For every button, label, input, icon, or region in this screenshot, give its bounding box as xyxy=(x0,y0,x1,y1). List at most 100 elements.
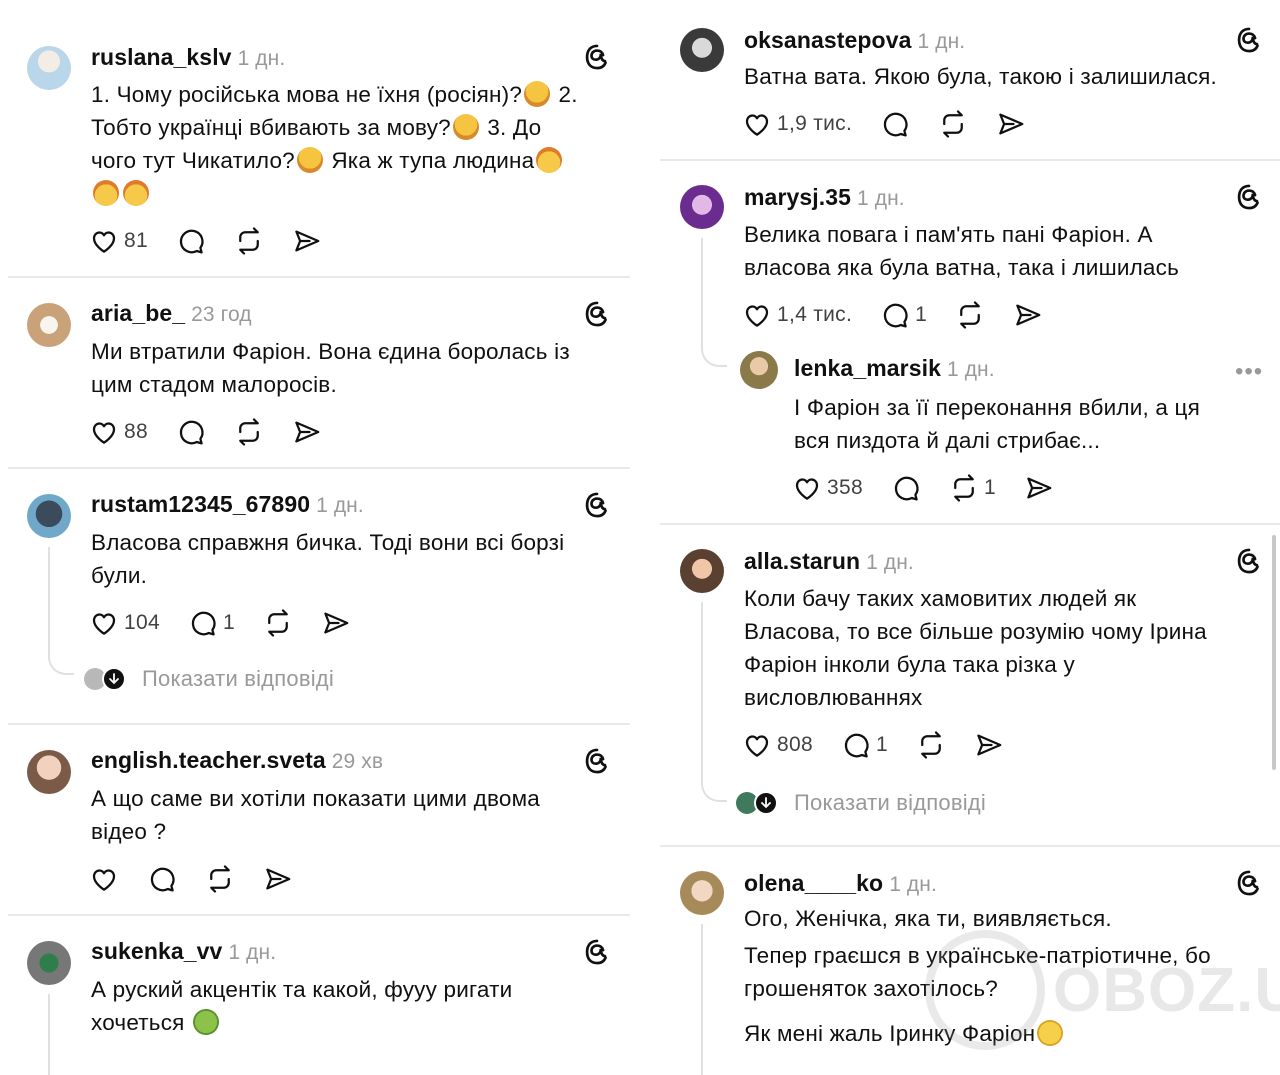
reply-avatar[interactable] xyxy=(740,351,778,389)
thread-line xyxy=(701,602,703,782)
reply-button[interactable] xyxy=(176,226,206,256)
share-button[interactable] xyxy=(263,864,293,894)
like-count: 104 xyxy=(124,611,160,634)
like-count: 81 xyxy=(124,229,148,252)
username[interactable]: alla.starun 1 дн. xyxy=(744,548,914,575)
comment-post: ruslana_kslv 1 дн. 1. Чому російська мова… xyxy=(8,0,630,278)
like-button[interactable]: 1,4 тис. xyxy=(742,300,852,330)
like-count: 88 xyxy=(124,420,148,443)
repost-button[interactable]: 1 xyxy=(949,473,996,503)
avatar[interactable] xyxy=(27,303,71,347)
share-button[interactable] xyxy=(1013,300,1043,330)
username[interactable]: aria_be_ 23 год xyxy=(91,300,252,327)
repost-icon xyxy=(954,474,974,502)
threads-icon[interactable] xyxy=(1235,183,1263,211)
threads-icon[interactable] xyxy=(583,300,611,328)
timestamp: 1 дн. xyxy=(866,551,914,574)
repost-icon xyxy=(239,227,259,255)
avatar[interactable] xyxy=(680,28,724,72)
threads-icon[interactable] xyxy=(583,491,611,519)
reply-text: І Фаріон за її переконання вбили, а ця в… xyxy=(794,395,1201,453)
scrollbar[interactable] xyxy=(1272,535,1276,770)
like-button[interactable]: 1,9 тис. xyxy=(742,109,852,139)
username[interactable]: oksanastepova 1 дн. xyxy=(744,27,965,54)
exploding-head-emoji xyxy=(93,180,119,206)
share-button[interactable] xyxy=(292,417,322,447)
like-count: 1,9 тис. xyxy=(777,112,853,135)
like-button[interactable]: 88 xyxy=(89,417,148,447)
share-button[interactable] xyxy=(292,226,322,256)
avatar[interactable] xyxy=(680,549,724,593)
like-button[interactable]: 104 xyxy=(89,608,160,638)
avatar[interactable] xyxy=(680,871,724,915)
comment-icon xyxy=(883,303,908,328)
repost-button[interactable] xyxy=(938,109,968,139)
more-icon[interactable]: ••• xyxy=(1235,360,1263,384)
share-button[interactable] xyxy=(321,608,351,638)
share-icon xyxy=(1016,304,1041,326)
comment-icon xyxy=(883,112,908,137)
reply-action-bar: 358 1 xyxy=(792,471,1082,505)
timestamp: 1 дн. xyxy=(316,494,364,517)
username[interactable]: marysj.35 1 дн. xyxy=(744,184,905,211)
watermark-text: OBOZ.UA xyxy=(1053,955,1280,1025)
avatar[interactable] xyxy=(27,750,71,794)
repost-count: 1 xyxy=(983,476,996,499)
woman-facepalming-emoji xyxy=(452,114,479,140)
reply-username[interactable]: lenka_marsik 1 дн. xyxy=(794,355,995,382)
timestamp: 1 дн. xyxy=(889,873,937,896)
action-bar: 81 xyxy=(89,224,350,258)
show-replies-button[interactable]: Показати відповіді xyxy=(84,666,334,692)
username[interactable]: sukenka_vv 1 дн. xyxy=(91,938,276,965)
reply-button[interactable] xyxy=(891,473,921,503)
threads-icon[interactable] xyxy=(583,747,611,775)
avatar[interactable] xyxy=(680,185,724,229)
username[interactable]: english.teacher.sveta 29 хв xyxy=(91,747,383,774)
repost-button[interactable] xyxy=(205,864,235,894)
avatar[interactable] xyxy=(27,941,71,985)
like-button[interactable] xyxy=(89,864,119,894)
thread-curve xyxy=(48,649,74,675)
avatar[interactable] xyxy=(27,46,71,90)
heart-icon xyxy=(92,869,116,891)
timestamp: 1 дн. xyxy=(228,941,277,964)
heart-icon xyxy=(745,305,769,327)
share-button[interactable] xyxy=(974,730,1004,760)
repost-button[interactable] xyxy=(916,730,946,760)
threads-icon[interactable] xyxy=(1235,26,1263,54)
action-bar xyxy=(89,862,321,896)
username[interactable]: ruslana_kslv 1 дн. xyxy=(91,44,285,71)
reply-button[interactable]: 1 xyxy=(841,730,888,760)
username[interactable]: rustam12345_67890 1 дн. xyxy=(91,491,364,518)
username[interactable]: olena____ko 1 дн. xyxy=(744,870,937,897)
right-comments-column: oksanastepova 1 дн. Ватна вата. Якою була… xyxy=(660,0,1280,1075)
action-bar: 808 1 xyxy=(742,728,1032,762)
like-count: 1,4 тис. xyxy=(777,303,853,326)
thread-curve xyxy=(701,776,727,802)
comment-text: А що саме ви хотіли показати цими двома … xyxy=(91,786,540,844)
reply-button[interactable]: 1 xyxy=(880,300,927,330)
like-button[interactable]: 81 xyxy=(89,226,148,256)
reply-button[interactable]: 1 xyxy=(188,608,235,638)
comment-post: oksanastepova 1 дн. Ватна вата. Якою була… xyxy=(660,0,1280,161)
threads-icon[interactable] xyxy=(1235,869,1263,897)
repost-button[interactable] xyxy=(263,608,293,638)
threads-icon[interactable] xyxy=(1235,547,1263,575)
threads-icon[interactable] xyxy=(583,43,611,71)
repost-button[interactable] xyxy=(234,417,264,447)
heart-icon xyxy=(795,478,819,500)
repost-button[interactable] xyxy=(955,300,985,330)
avatar[interactable] xyxy=(27,494,71,538)
reply-button[interactable] xyxy=(880,109,910,139)
like-button[interactable]: 358 xyxy=(792,473,863,503)
show-replies-button[interactable]: Показати відповіді xyxy=(736,790,986,816)
share-button[interactable] xyxy=(996,109,1026,139)
repost-button[interactable] xyxy=(234,226,264,256)
threads-icon[interactable] xyxy=(583,938,611,966)
comment-text: Велика повага і пам'ять пані Фаріон. А в… xyxy=(744,222,1180,280)
share-button[interactable] xyxy=(1024,473,1054,503)
like-button[interactable]: 808 xyxy=(742,730,813,760)
reply-button[interactable] xyxy=(176,417,206,447)
reply-avatars xyxy=(84,667,126,691)
reply-button[interactable] xyxy=(147,864,177,894)
